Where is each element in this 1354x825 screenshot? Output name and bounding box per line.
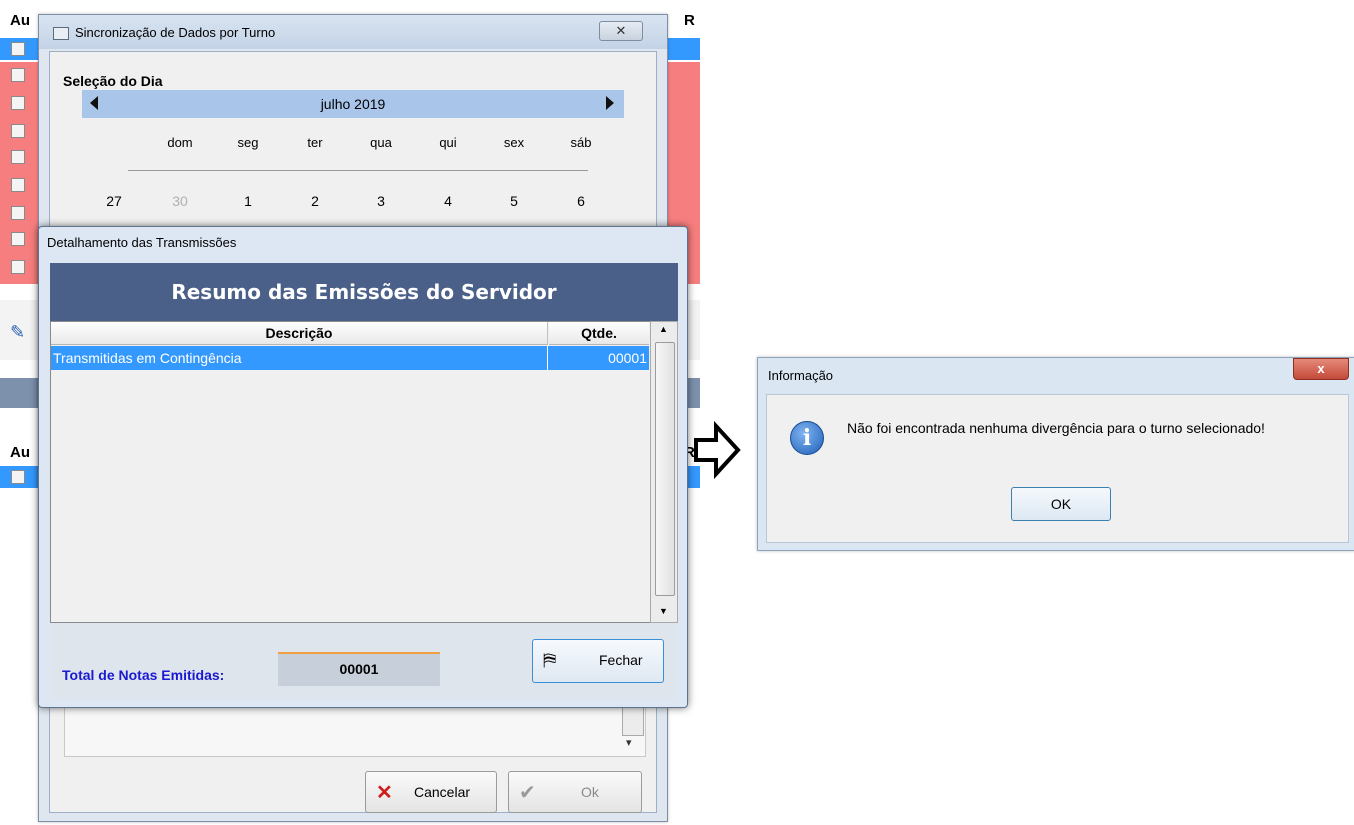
calendar-day[interactable]: 30 <box>160 193 200 209</box>
next-month-icon[interactable] <box>606 96 614 110</box>
row-checkbox[interactable] <box>11 470 25 484</box>
total-notes-value: 00001 <box>278 652 440 686</box>
weekday-label: qua <box>370 135 392 150</box>
cancel-button-label: Cancelar <box>414 784 471 800</box>
grid-column-header-right: R <box>684 12 695 29</box>
weekday-label: seg <box>237 135 259 150</box>
ok-button-label: Ok <box>581 784 599 800</box>
week-number: 27 <box>106 193 122 209</box>
scrollbar-thumb[interactable] <box>655 342 675 596</box>
detail-dialog-title: Detalhamento das Transmissões <box>47 235 237 250</box>
pencil-icon[interactable]: ✎ <box>10 322 25 343</box>
calendar-day[interactable]: 2 <box>295 193 335 209</box>
cancel-button[interactable]: ✕ Cancelar <box>365 771 497 813</box>
weekday-label: dom <box>167 135 193 150</box>
detail-dialog-body: Descrição Qtde. Transmitidas em Contingê… <box>50 321 678 699</box>
calendar-header: julho 2019 <box>82 90 624 118</box>
info-dialog-title: Informação <box>768 368 834 383</box>
row-checkbox[interactable] <box>11 124 25 138</box>
sync-close-button[interactable]: ✕ <box>599 21 643 41</box>
weekday-label: sáb <box>570 135 592 150</box>
cell-description: Transmitidas em Contingência <box>53 350 242 366</box>
checkmark-icon: ✔ <box>519 782 536 804</box>
sync-window-title: Sincronização de Dados por Turno <box>75 25 276 40</box>
total-notes-label: Total de Notas Emitidas: <box>62 667 225 683</box>
info-ok-button[interactable]: OK <box>1011 487 1111 521</box>
column-header-description[interactable]: Descrição <box>51 322 548 345</box>
weekday-label: qui <box>439 135 457 150</box>
grid-column-header-lower: Au <box>10 444 30 461</box>
scroll-down-icon[interactable]: ▼ <box>659 606 668 616</box>
row-checkbox[interactable] <box>11 68 25 82</box>
ok-button[interactable]: ✔ Ok <box>508 771 642 813</box>
close-button-label: Fechar <box>599 652 643 668</box>
weekday-label: sex <box>503 135 525 150</box>
calendar-day[interactable]: 5 <box>494 193 534 209</box>
info-dialog-body: i Não foi encontrada nenhuma divergência… <box>766 394 1349 543</box>
app-icon <box>53 27 69 40</box>
transmission-detail-dialog: Detalhamento das Transmissões Resumo das… <box>38 226 688 708</box>
right-arrow-icon <box>694 420 741 480</box>
sync-window-titlebar[interactable]: Sincronização de Dados por Turno ✕ <box>39 15 667 49</box>
row-checkbox[interactable] <box>11 260 25 274</box>
day-selection-label: Seleção do Dia <box>63 73 163 89</box>
grid-column-header: Au <box>10 12 30 29</box>
calendar-day[interactable]: 3 <box>361 193 401 209</box>
detail-banner: Resumo das Emissões do Servidor <box>50 263 678 321</box>
calendar-month-label[interactable]: julho 2019 <box>82 96 624 112</box>
row-checkbox[interactable] <box>11 96 25 110</box>
row-checkbox[interactable] <box>11 206 25 220</box>
info-message: Não foi encontrada nenhuma divergência p… <box>847 420 1265 436</box>
scroll-down-icon[interactable]: ▾ <box>626 736 632 749</box>
info-icon: i <box>790 421 824 455</box>
cell-qty: 00001 <box>608 350 647 366</box>
weekday-label: ter <box>307 135 323 150</box>
cell-separator <box>547 346 548 370</box>
calendar-day[interactable]: 4 <box>428 193 468 209</box>
scroll-up-icon[interactable]: ▲ <box>659 324 668 334</box>
row-checkbox[interactable] <box>11 150 25 164</box>
calendar-day[interactable]: 1 <box>228 193 268 209</box>
row-checkbox[interactable] <box>11 178 25 192</box>
cancel-x-icon: ✕ <box>376 782 393 804</box>
row-checkbox[interactable] <box>11 42 25 56</box>
calendar-day[interactable]: 6 <box>561 193 601 209</box>
emissions-table: Descrição Qtde. Transmitidas em Contingê… <box>50 321 652 623</box>
table-scrollbar[interactable]: ▲ ▼ <box>650 321 678 623</box>
shift-list-box <box>64 700 646 757</box>
shift-list-scrollbar[interactable] <box>622 706 644 736</box>
close-door-icon: ⛿ <box>543 650 557 670</box>
close-button[interactable]: ⛿ Fechar <box>532 639 664 683</box>
row-checkbox[interactable] <box>11 232 25 246</box>
info-dialog: Informação x i Não foi encontrada nenhum… <box>757 357 1354 551</box>
info-close-button[interactable]: x <box>1293 358 1349 380</box>
calendar-divider <box>128 170 588 171</box>
column-header-qty[interactable]: Qtde. <box>549 322 649 345</box>
table-row[interactable]: Transmitidas em Contingência 00001 <box>51 346 649 370</box>
